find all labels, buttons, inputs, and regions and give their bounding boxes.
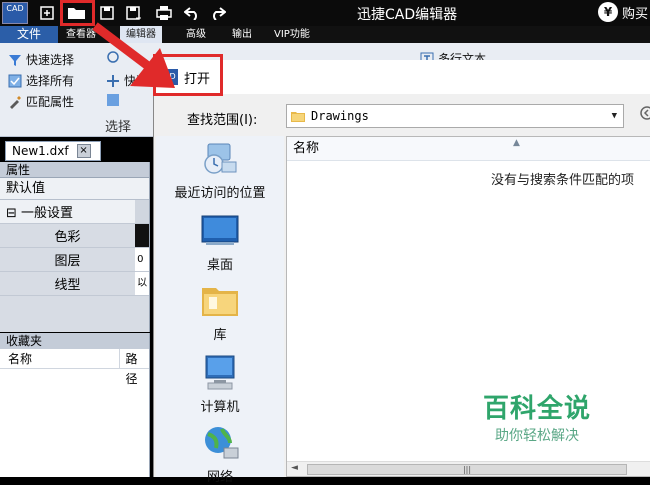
redo-icon[interactable] (208, 3, 228, 23)
ribbon-tool-2[interactable]: 快速 (106, 72, 148, 89)
empty-message: 没有与搜索条件匹配的项 (491, 173, 635, 188)
document-tab-label: New1.dxf (12, 144, 69, 158)
funnel-icon (8, 53, 22, 67)
quick-select-button[interactable]: 快速选择 (8, 51, 74, 68)
scroll-thumb[interactable]: ||| (307, 464, 627, 475)
tab-viewer[interactable]: 查看器 (60, 26, 102, 43)
property-row-linetype[interactable]: 线型 以 (0, 272, 149, 296)
properties-header: 属性 (0, 162, 149, 178)
plus-icon (106, 74, 120, 88)
look-in-label: 查找范围(I): (187, 113, 258, 128)
grid-icon (106, 93, 120, 107)
save-as-icon[interactable] (124, 3, 144, 23)
place-label: 网络 (206, 470, 233, 485)
match-properties-label: 匹配属性 (26, 95, 75, 109)
watermark: 百科全说 助你轻松解决 (483, 388, 591, 445)
place-label: 桌面 (206, 258, 233, 273)
dropdown-arrow-icon[interactable]: ▼ (612, 111, 617, 121)
place-desktop[interactable]: 桌面 (156, 212, 284, 273)
save-icon[interactable] (98, 3, 116, 23)
tab-vip[interactable]: VIP功能 (268, 26, 316, 43)
look-in-value: Drawings (311, 109, 369, 123)
undo-icon[interactable] (182, 3, 202, 23)
favorites-col-path[interactable]: 路径 (120, 349, 149, 386)
section-label: ⊟ 一般设置 (0, 202, 135, 221)
tab-file[interactable]: 文件 (0, 26, 58, 43)
title-bar: CAD 迅捷CAD编辑器 ¥ 购买 (0, 0, 650, 26)
buy-button[interactable]: ¥ 购买 (598, 2, 648, 22)
favorites-panel: 收藏夹 名称 路径 (0, 333, 150, 477)
ribbon-tool-3[interactable] (106, 93, 120, 107)
folder-icon (291, 112, 305, 122)
properties-default-dropdown[interactable]: 默认值 (0, 178, 149, 200)
brush-icon (8, 95, 22, 109)
back-icon[interactable] (640, 106, 650, 124)
buy-label: 购买 (622, 6, 649, 22)
place-label: 计算机 (200, 400, 240, 415)
highlight-open-button (60, 0, 95, 26)
property-label: 色彩 (54, 230, 81, 245)
properties-panel: 属性 默认值 ⊟ 一般设置 色彩 图层 0 线型 以 (0, 162, 150, 332)
place-network[interactable]: 网络 (156, 424, 284, 485)
place-label: 最近访问的位置 (174, 186, 266, 201)
dialog-titlebar: CAD 打开 (154, 60, 650, 94)
quick-select-label: 快速选择 (26, 53, 75, 67)
select-all-button[interactable]: 选择所有 (8, 72, 74, 89)
tab-editor[interactable]: 编辑器 (120, 26, 162, 43)
select-all-icon (8, 74, 22, 88)
property-value[interactable]: 以 (135, 272, 149, 295)
recent-places-icon (204, 143, 237, 174)
library-icon (202, 288, 238, 316)
property-row-layer[interactable]: 图层 0 (0, 248, 149, 272)
select-all-label: 选择所有 (26, 74, 75, 88)
app-logo-icon[interactable]: CAD (2, 2, 28, 24)
tab-output[interactable]: 输出 (226, 26, 258, 43)
ribbon-tabs: 文件 查看器 编辑器 高级 输出 VIP功能 (0, 26, 650, 43)
print-icon[interactable] (154, 3, 174, 23)
watermark-subtitle: 助你轻松解决 (495, 428, 579, 444)
file-list[interactable]: 名称 ▲ 没有与搜索条件匹配的项 ◄ ||| (286, 136, 650, 477)
scroll-left-icon[interactable]: ◄ (291, 463, 298, 473)
favorites-header: 收藏夹 (0, 333, 149, 349)
property-label: 图层 (54, 254, 81, 269)
desktop-icon (201, 215, 239, 245)
watermark-title: 百科全说 (483, 394, 592, 424)
places-bar: 最近访问的位置 桌面 库 计算机 网络 (156, 136, 284, 485)
collapse-icon[interactable]: ⊟ (6, 206, 17, 221)
computer-icon (205, 355, 235, 390)
lasso-icon (106, 51, 120, 65)
yen-icon: ¥ (598, 2, 618, 22)
section-spacer (135, 200, 149, 223)
column-header-label: 名称 (293, 141, 320, 156)
place-recent[interactable]: 最近访问的位置 (156, 140, 284, 201)
ribbon-tool-1[interactable] (106, 51, 120, 65)
highlight-open-title (153, 54, 223, 96)
close-tab-icon[interactable]: × (76, 144, 91, 158)
color-swatch[interactable] (135, 224, 149, 247)
app-logo-text: CAD (6, 4, 24, 13)
place-computer[interactable]: 计算机 (156, 354, 284, 415)
property-label: 线型 (54, 278, 81, 293)
properties-section-general[interactable]: ⊟ 一般设置 (0, 200, 149, 224)
document-tab[interactable]: New1.dxf × (5, 141, 101, 161)
place-library[interactable]: 库 (156, 282, 284, 343)
property-row-color[interactable]: 色彩 (0, 224, 149, 248)
place-label: 库 (213, 328, 227, 343)
look-in-dropdown[interactable]: Drawings ▼ (286, 104, 624, 128)
window-title: 迅捷CAD编辑器 (357, 7, 458, 23)
network-icon (205, 427, 239, 459)
tab-advanced[interactable]: 高级 (180, 26, 212, 43)
section-title: 一般设置 (21, 206, 74, 221)
match-properties-button[interactable]: 匹配属性 (8, 93, 74, 110)
property-value[interactable]: 0 (135, 248, 149, 271)
column-header-name[interactable]: 名称 ▲ (287, 137, 650, 161)
new-file-icon[interactable] (38, 3, 56, 23)
ribbon-group-label: 选择 (105, 120, 132, 135)
ribbon-tool-2-label: 快速 (124, 74, 149, 88)
favorites-col-name[interactable]: 名称 (0, 349, 120, 368)
horizontal-scrollbar[interactable]: ◄ ||| (287, 461, 650, 476)
favorites-columns: 名称 路径 (0, 349, 149, 386)
sort-up-icon: ▲ (513, 138, 520, 148)
